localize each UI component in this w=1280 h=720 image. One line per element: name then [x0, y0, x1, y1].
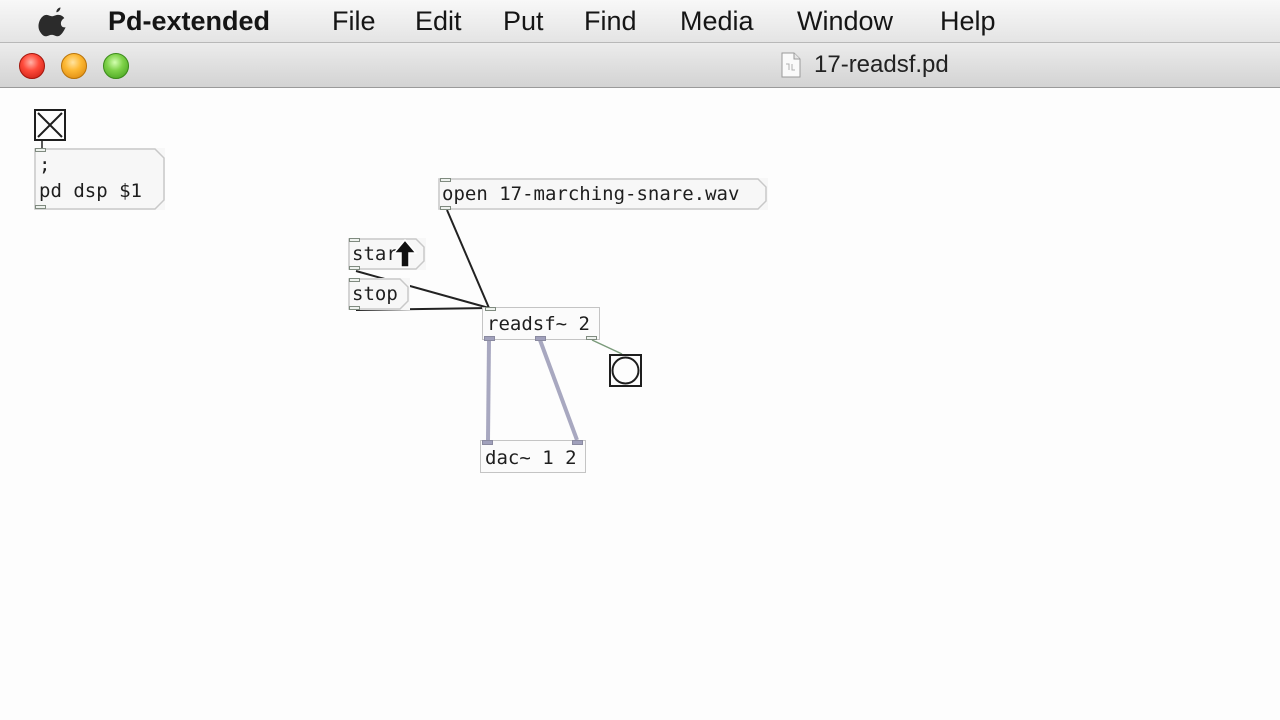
readsf-object-text: readsf~ 2 — [487, 313, 590, 335]
menu-bar: Pd-extended File Edit Put Find Media Win… — [0, 0, 1280, 43]
inlet[interactable] — [349, 238, 360, 242]
signal-outlet-left[interactable] — [484, 336, 495, 341]
inlet[interactable] — [485, 307, 496, 311]
readsf-object[interactable]: readsf~ 2 — [482, 307, 600, 341]
zoom-window-button[interactable] — [103, 53, 129, 79]
inlet[interactable] — [349, 278, 360, 282]
signal-wire-left — [486, 339, 491, 441]
close-window-button[interactable] — [19, 53, 45, 79]
bang-outlet[interactable] — [586, 336, 597, 340]
signal-wire-right — [538, 339, 579, 441]
outlet[interactable] — [349, 306, 360, 310]
dsp-toggle[interactable] — [34, 109, 66, 141]
dsp-message-box[interactable]: ; pd dsp $1 — [34, 148, 165, 210]
wire-open-to-readsf — [446, 209, 490, 309]
app-menu-pd-extended[interactable]: Pd-extended — [108, 5, 270, 37]
dac-object-text: dac~ 1 2 — [485, 447, 577, 469]
outlet[interactable] — [440, 206, 451, 210]
signal-outlet-right[interactable] — [535, 336, 546, 341]
signal-inlet-right[interactable] — [572, 440, 583, 445]
minimize-window-button[interactable] — [61, 53, 87, 79]
open-file-message[interactable]: open 17-marching-snare.wav — [438, 178, 768, 210]
wire-readsf-to-bang — [591, 339, 623, 355]
inlet[interactable] — [440, 178, 451, 182]
stop-message[interactable]: stop — [348, 278, 410, 310]
dsp-message-line-1: ; — [39, 154, 51, 176]
patch-canvas[interactable]: ; pd dsp $1 open 17-marching-snare.wav s… — [0, 88, 1280, 720]
menu-help[interactable]: Help — [940, 5, 996, 37]
menu-find[interactable]: Find — [584, 5, 637, 37]
menu-window[interactable]: Window — [797, 5, 893, 37]
stop-message-text: stop — [352, 283, 398, 305]
dsp-message-line-2: pd dsp $1 — [39, 180, 142, 202]
window-title: 17-readsf.pd — [814, 51, 949, 78]
open-message-text: open 17-marching-snare.wav — [442, 183, 740, 205]
inlet[interactable] — [35, 148, 46, 152]
menu-edit[interactable]: Edit — [415, 5, 462, 37]
window-title-bar[interactable]: 17-readsf.pd — [0, 43, 1280, 88]
outlet[interactable] — [349, 266, 360, 270]
done-bang[interactable] — [609, 354, 642, 387]
document-icon — [781, 52, 801, 78]
apple-logo-icon[interactable] — [38, 4, 72, 38]
menu-file[interactable]: File — [332, 5, 376, 37]
signal-inlet-left[interactable] — [482, 440, 493, 445]
outlet[interactable] — [35, 205, 46, 209]
menu-media[interactable]: Media — [680, 5, 754, 37]
mouse-cursor-icon — [392, 238, 418, 268]
menu-put[interactable]: Put — [503, 5, 544, 37]
dac-object[interactable]: dac~ 1 2 — [480, 440, 586, 473]
